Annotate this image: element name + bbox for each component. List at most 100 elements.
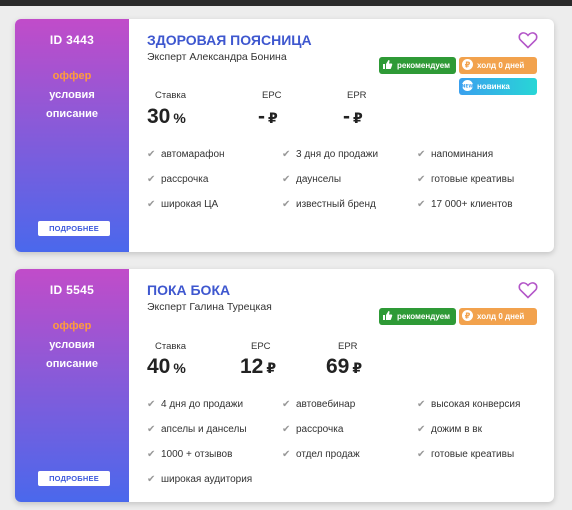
rate-label: Ставка	[155, 341, 187, 352]
rate-unit: %	[173, 360, 186, 376]
feature-item: ✔ рассрочка	[282, 424, 344, 435]
check-icon: ✔	[282, 424, 291, 435]
epc-label: EPC	[262, 90, 282, 101]
offer-title[interactable]: ЗДОРОВАЯ ПОЯСНИЦА	[147, 32, 312, 48]
epr-unit: ₽	[352, 360, 363, 376]
feature-item: ✔ широкая аудитория	[147, 474, 253, 485]
epc-label: EPC	[251, 341, 271, 352]
rate-value: 30%	[147, 105, 186, 129]
ruble-coin-icon: ₽	[462, 59, 473, 71]
hold-badge: ₽ холд 0 дней	[459, 57, 537, 74]
feature-item: ✔ напоминания	[417, 149, 494, 160]
hold-badge-label: холд 0 дней	[477, 312, 525, 321]
thumbs-up-icon	[382, 310, 393, 321]
svg-text:₽: ₽	[465, 61, 471, 70]
feature-item: ✔ 4 дня до продажи	[147, 399, 244, 410]
check-icon: ✔	[417, 449, 426, 460]
new-badge: NEW новинка	[459, 78, 537, 95]
epr-value: - ₽	[343, 105, 363, 129]
feature-item: ✔ известный бренд	[282, 199, 376, 210]
recommend-badge: рекомендуем	[379, 308, 456, 325]
hold-badge-label: холд 0 дней	[477, 61, 525, 70]
epc-number: -	[258, 105, 265, 128]
check-icon: ✔	[147, 399, 156, 410]
favorite-heart-icon[interactable]	[518, 281, 538, 299]
check-icon: ✔	[417, 149, 426, 160]
new-badge-label: новинка	[477, 82, 510, 91]
epr-label: EPR	[338, 341, 358, 352]
check-icon: ✔	[282, 149, 291, 160]
check-icon: ✔	[147, 474, 156, 485]
feature-item: ✔ готовые креативы	[417, 174, 515, 185]
favorite-heart-icon[interactable]	[518, 31, 538, 49]
epc-number: 12	[240, 355, 264, 378]
check-icon: ✔	[417, 424, 426, 435]
feature-item: ✔ 17 000+ клиентов	[417, 199, 513, 210]
more-button[interactable]: ПОДРОБНЕЕ	[38, 221, 110, 236]
feature-item: ✔ 1000 + отзывов	[147, 449, 233, 460]
check-icon: ✔	[282, 399, 291, 410]
offer-title[interactable]: ПОКА БОКА	[147, 282, 230, 298]
terms-link[interactable]: условия	[15, 339, 129, 351]
check-icon: ✔	[417, 174, 426, 185]
check-icon: ✔	[417, 399, 426, 410]
offer-card: ID 3443 оффер условия описание ПОДРОБНЕЕ…	[15, 19, 554, 252]
feature-item: ✔ дожим в вк	[417, 424, 482, 435]
card-sidebar: ID 5545 оффер условия описание ПОДРОБНЕЕ	[15, 269, 129, 502]
terms-link[interactable]: условия	[15, 89, 129, 101]
rate-number: 30	[147, 105, 171, 128]
feature-item: ✔ широкая ЦА	[147, 199, 219, 210]
rate-label: Ставка	[155, 90, 187, 101]
description-link[interactable]: описание	[15, 358, 129, 370]
feature-item: ✔ автомарафон	[147, 149, 225, 160]
hold-badge: ₽ холд 0 дней	[459, 308, 537, 325]
description-link[interactable]: описание	[15, 108, 129, 120]
rate-unit: %	[173, 110, 186, 126]
epr-number: 69	[326, 355, 350, 378]
epr-number: -	[343, 105, 350, 128]
check-icon: ✔	[282, 449, 291, 460]
check-icon: ✔	[147, 174, 156, 185]
recommend-badge-label: рекомендуем	[397, 312, 450, 321]
recommend-badge: рекомендуем	[379, 57, 456, 74]
thumbs-up-icon	[382, 59, 393, 70]
new-icon: NEW	[462, 80, 473, 92]
expert-name: Эксперт Галина Турецкая	[147, 301, 272, 313]
feature-item: ✔ автовебинар	[282, 399, 356, 410]
epc-unit: ₽	[266, 360, 277, 376]
ruble-coin-icon: ₽	[462, 310, 473, 322]
offer-link[interactable]: оффер	[15, 70, 129, 82]
expert-name: Эксперт Александра Бонина	[147, 51, 287, 63]
check-icon: ✔	[282, 174, 291, 185]
feature-item: ✔ готовые креативы	[417, 449, 515, 460]
check-icon: ✔	[417, 199, 426, 210]
epr-unit: ₽	[353, 110, 363, 126]
top-bar	[0, 0, 572, 6]
offer-card: ID 5545 оффер условия описание ПОДРОБНЕЕ…	[15, 269, 554, 502]
offer-link[interactable]: оффер	[15, 320, 129, 332]
card-sidebar: ID 3443 оффер условия описание ПОДРОБНЕЕ	[15, 19, 129, 252]
epc-value: - ₽	[258, 105, 278, 129]
feature-item: ✔ даунселы	[282, 174, 342, 185]
feature-item: ✔ высокая конверсия	[417, 399, 521, 410]
feature-item: ✔ отдел продаж	[282, 449, 360, 460]
svg-text:₽: ₽	[465, 312, 471, 321]
check-icon: ✔	[282, 199, 291, 210]
check-icon: ✔	[147, 149, 156, 160]
rate-number: 40	[147, 355, 171, 378]
more-button[interactable]: ПОДРОБНЕЕ	[38, 471, 110, 486]
feature-item: ✔ рассрочка	[147, 174, 209, 185]
recommend-badge-label: рекомендуем	[397, 61, 450, 70]
feature-item: ✔ апселы и данселы	[147, 424, 247, 435]
epr-label: EPR	[347, 90, 367, 101]
epc-value: 12 ₽	[240, 355, 276, 379]
rate-value: 40%	[147, 355, 186, 379]
check-icon: ✔	[147, 199, 156, 210]
svg-text:NEW: NEW	[462, 84, 473, 90]
epc-unit: ₽	[268, 110, 278, 126]
feature-item: ✔ 3 дня до продажи	[282, 149, 379, 160]
epr-value: 69 ₽	[326, 355, 362, 379]
offer-id: ID 5545	[49, 283, 95, 297]
check-icon: ✔	[147, 449, 156, 460]
check-icon: ✔	[147, 424, 156, 435]
